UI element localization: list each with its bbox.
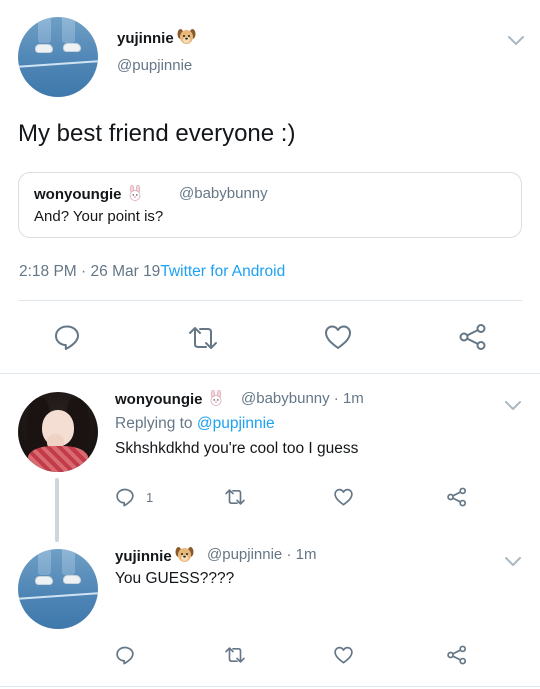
author-name[interactable]: wonyoungie: [115, 389, 223, 410]
heart-icon: [323, 323, 353, 351]
share-button[interactable]: [446, 487, 468, 507]
tweet-age: · 1m: [286, 546, 317, 563]
tweet-text: You GUESS????: [115, 570, 235, 587]
retweet-icon: [224, 487, 246, 507]
tweet-text: Skhshkdkhd you're cool too I guess: [115, 440, 359, 457]
avatar[interactable]: [18, 549, 98, 629]
reply-icon: [53, 323, 81, 351]
author-name-text: yujinnie: [117, 30, 174, 47]
author-name[interactable]: yujinnie: [115, 546, 194, 567]
chevron-down-icon[interactable]: [506, 34, 526, 48]
quoted-author-handle: @babybunny: [179, 185, 268, 202]
reply-icon: [115, 487, 135, 507]
mention-link[interactable]: @pupjinnie: [197, 415, 275, 432]
reply-button[interactable]: 1: [115, 487, 153, 507]
quoted-author-name-text: wonyoungie: [34, 186, 122, 203]
author-handle-text: @pupjinnie: [207, 546, 283, 563]
avatar[interactable]: [18, 392, 98, 472]
chevron-down-icon[interactable]: [503, 555, 523, 569]
reply-button[interactable]: [115, 645, 135, 665]
rabbit-face-icon: [128, 184, 142, 205]
meta-separator: ·: [76, 263, 91, 280]
quoted-tweet-text: And? Your point is?: [34, 208, 164, 225]
author-name[interactable]: yujinnie: [117, 28, 196, 49]
author-name-text: yujinnie: [115, 548, 172, 565]
tweet-time: 2:18 PM: [19, 263, 77, 280]
tweet-age: · 1m: [333, 390, 364, 407]
tweet-date: 26 Mar 19: [90, 263, 161, 280]
tweet-source-link[interactable]: Twitter for Android: [160, 263, 285, 280]
dog-face-icon: [175, 546, 194, 567]
reply-button[interactable]: [53, 323, 81, 351]
author-name-text: wonyoungie: [115, 391, 203, 408]
divider: [18, 300, 522, 301]
heart-icon: [333, 645, 354, 665]
quoted-tweet[interactable]: wonyoungie @babybunny And? Your point is…: [18, 172, 522, 238]
retweet-button[interactable]: [224, 645, 246, 665]
heart-icon: [333, 487, 354, 507]
bottom-divider: [0, 686, 540, 687]
reply-icon: [115, 645, 135, 665]
thread-connector: [55, 478, 59, 542]
like-button[interactable]: [333, 487, 354, 507]
retweet-button[interactable]: [224, 487, 246, 507]
like-button[interactable]: [333, 645, 354, 665]
author-handle[interactable]: @pupjinnie · 1m: [207, 546, 316, 563]
share-icon: [446, 487, 468, 507]
share-button[interactable]: [458, 323, 488, 351]
author-handle[interactable]: @pupjinnie: [117, 57, 192, 74]
retweet-icon: [187, 324, 219, 352]
share-icon: [446, 645, 468, 665]
replying-to-prefix: Replying to: [115, 415, 197, 432]
chevron-down-icon[interactable]: [503, 399, 523, 413]
author-handle[interactable]: @babybunny · 1m: [241, 390, 364, 407]
retweet-button[interactable]: [187, 324, 219, 352]
section-divider: [0, 373, 540, 374]
share-button[interactable]: [446, 645, 468, 665]
author-handle-text: @babybunny: [241, 390, 330, 407]
quoted-author-name: wonyoungie: [34, 184, 142, 205]
dog-face-icon: [177, 28, 196, 49]
avatar[interactable]: [18, 17, 98, 97]
tweet-text: My best friend everyone :): [18, 120, 296, 147]
share-icon: [458, 323, 488, 351]
retweet-icon: [224, 645, 246, 665]
reply-count: 1: [146, 489, 154, 505]
replying-to: Replying to @pupjinnie: [115, 415, 275, 433]
tweet-meta: 2:18 PM · 26 Mar 19Twitter for Android: [19, 263, 285, 281]
like-button[interactable]: [323, 323, 353, 351]
rabbit-face-icon: [209, 389, 223, 410]
